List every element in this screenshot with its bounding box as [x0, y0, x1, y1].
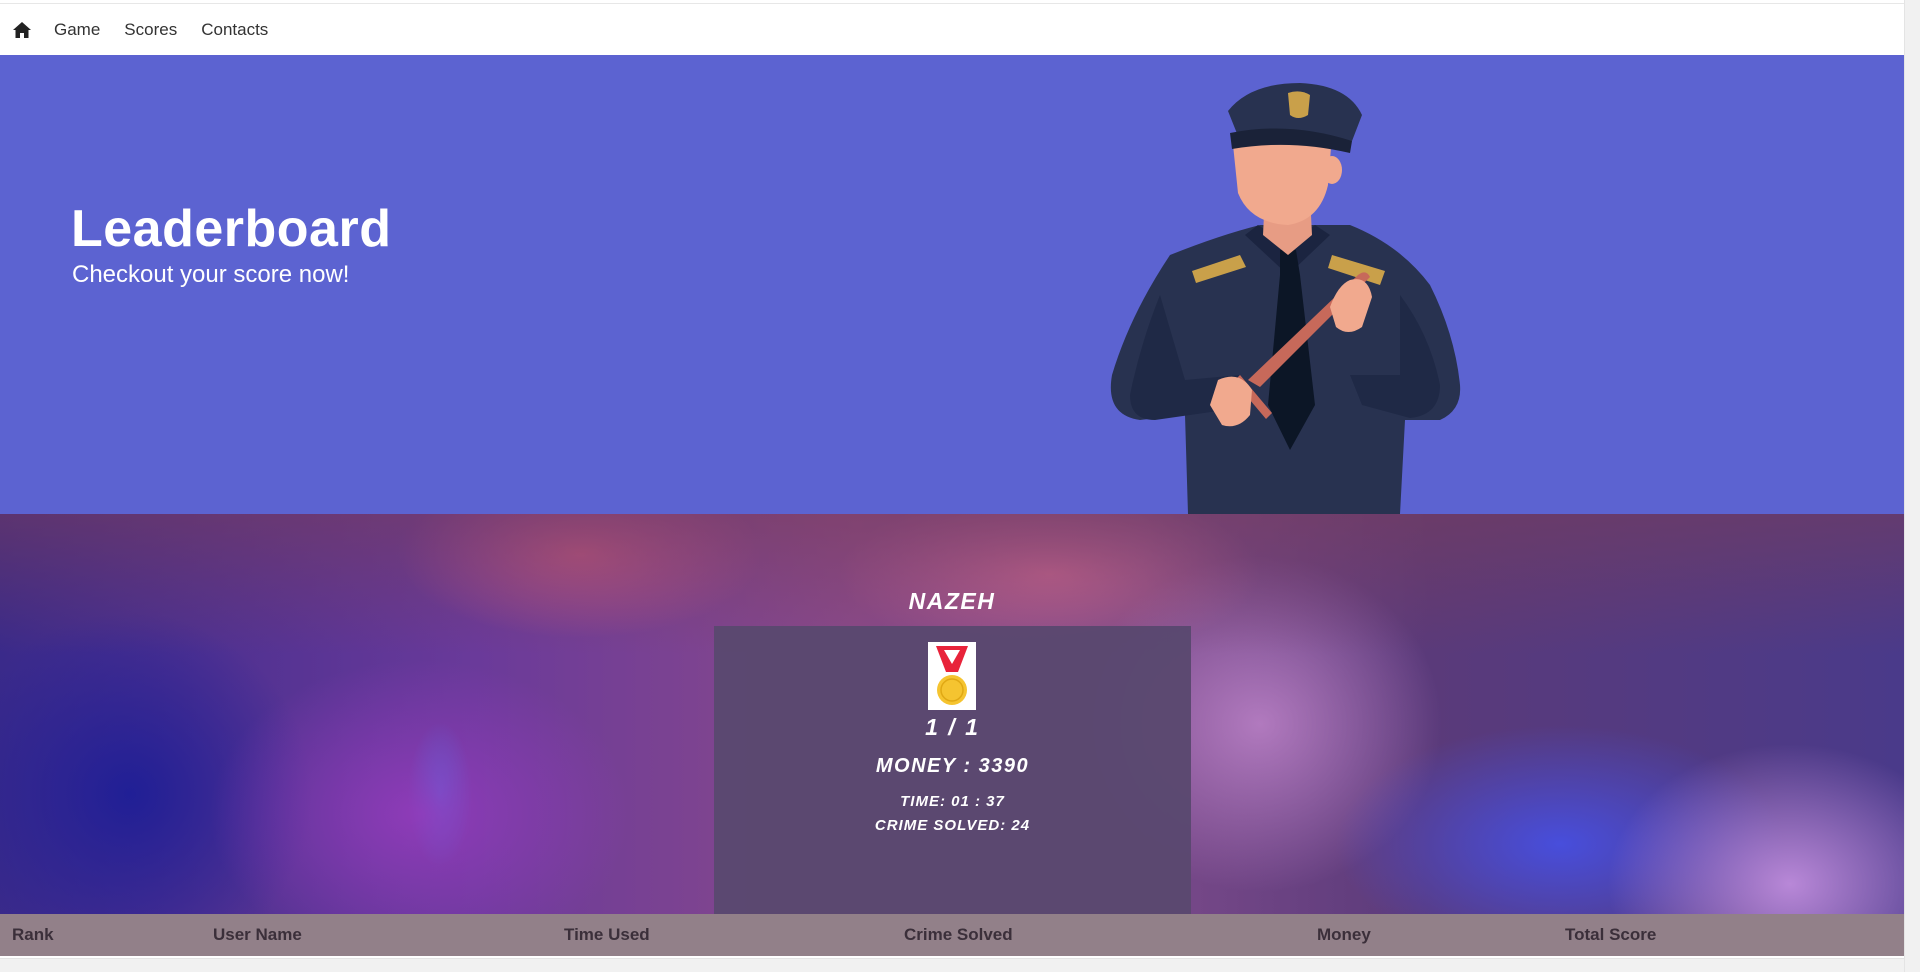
leaderboard-table-header: Rank User Name Time Used Crime Solved Mo… [0, 914, 1904, 956]
player-score-card: 1 / 1 MONEY : 3390 TIME: 01 : 37 CRIME S… [714, 626, 1191, 914]
column-header-total-score[interactable]: Total Score [1565, 925, 1656, 945]
player-crime-solved: CRIME SOLVED: 24 [874, 817, 1031, 834]
column-header-time-used[interactable]: Time Used [564, 925, 650, 945]
leaderboard-section: NAZEH 1 / 1 MONEY : 3390 TIME: 01 : 37 C… [0, 514, 1904, 914]
horizontal-scrollbar[interactable] [0, 958, 1904, 972]
player-time: TIME: 01 : 37 [900, 793, 1005, 810]
column-header-rank[interactable]: Rank [12, 925, 54, 945]
content: Game Scores Contacts Leaderboard Checkou… [0, 0, 1904, 972]
nav-link-scores[interactable]: Scores [124, 20, 177, 40]
home-icon[interactable] [12, 20, 32, 40]
nav-link-game[interactable]: Game [54, 20, 100, 40]
vertical-scrollbar[interactable] [1904, 0, 1920, 972]
page-subtitle: Checkout your score now! [72, 261, 350, 288]
column-header-user-name[interactable]: User Name [213, 925, 302, 945]
player-money: MONEY : 3390 [875, 755, 1030, 777]
page-title: Leaderboard [71, 200, 392, 258]
player-rank: 1 / 1 [925, 714, 980, 740]
gold-medal-icon [928, 642, 976, 710]
hero-banner: Leaderboard Checkout your score now! [0, 55, 1904, 514]
police-officer-illustration [1110, 83, 1461, 514]
column-header-money[interactable]: Money [1317, 925, 1371, 945]
nav-link-contacts[interactable]: Contacts [201, 20, 268, 40]
top-navbar: Game Scores Contacts [0, 3, 1904, 55]
page: Game Scores Contacts Leaderboard Checkou… [0, 0, 1920, 972]
column-header-crime-solved[interactable]: Crime Solved [904, 925, 1013, 945]
player-name: NAZEH [908, 588, 996, 614]
